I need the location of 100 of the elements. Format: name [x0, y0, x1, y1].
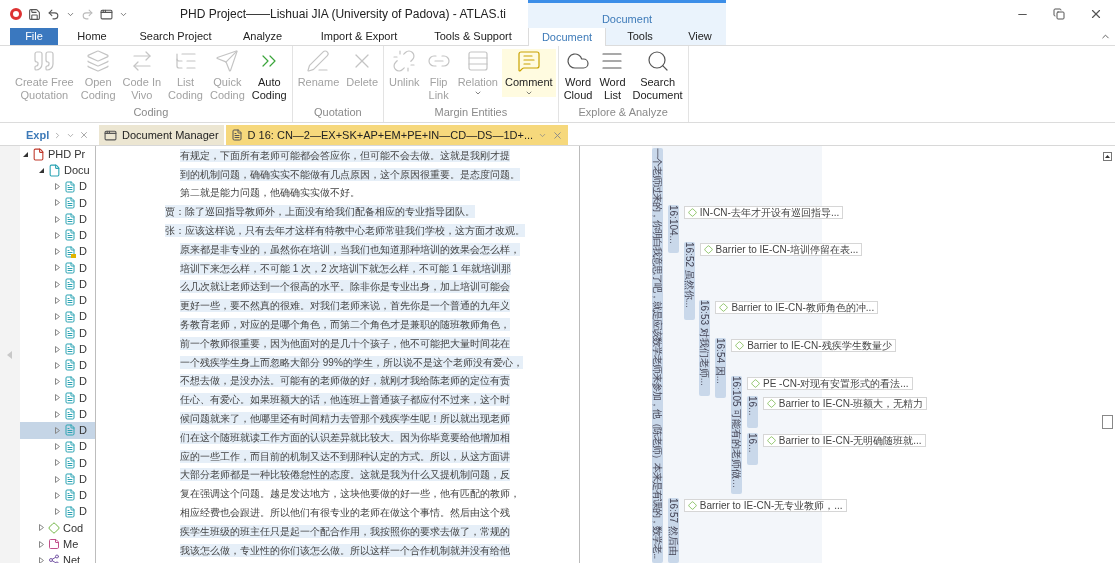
- document-line: 复在强调这个问题。越是发达地方，这块他要做的好一些，他有匹配的教师，: [180, 487, 520, 501]
- ribbon-tab[interactable]: Home: [58, 28, 126, 45]
- ribbon-button[interactable]: Word List: [596, 49, 629, 102]
- ribbon-tab[interactable]: View: [674, 28, 726, 45]
- code-name: Barrier to IE-CN-培训停留在表...: [715, 244, 859, 255]
- tree-item[interactable]: D: [20, 487, 95, 504]
- tree-item[interactable]: D: [20, 259, 95, 276]
- tree-item-label: D: [79, 471, 87, 487]
- tree-item[interactable]: D: [20, 373, 95, 390]
- code-name: PE -CN-对现有安置形式的看法...: [763, 378, 909, 389]
- quote-bubble-icon: [32, 49, 57, 73]
- tree-item[interactable]: D: [20, 308, 95, 325]
- network-icon: [48, 554, 60, 563]
- scroll-up-icon[interactable]: [1103, 152, 1112, 161]
- tree-item-label: D: [79, 358, 87, 374]
- broken-link-icon: [392, 49, 417, 73]
- diamond-icon: [719, 303, 729, 312]
- code-label[interactable]: IN-CN-去年才开设有巡回指导...: [683, 206, 844, 219]
- document-tab[interactable]: D 16: CN—2—EX+SK+AP+EM+PE+IN—CD—DS—1D+...: [225, 125, 569, 145]
- tree-item[interactable]: D: [20, 211, 95, 228]
- ribbon-tab[interactable]: Search Project: [126, 28, 225, 45]
- code-label[interactable]: Barrier to IE-CN-班额大，无精力: [762, 397, 928, 410]
- tree-item[interactable]: D: [20, 357, 95, 374]
- tree-item[interactable]: D: [20, 454, 95, 471]
- tree-item-label: D: [79, 488, 87, 504]
- ribbon-tab[interactable]: Document: [528, 28, 606, 46]
- tree-item[interactable]: D: [20, 471, 95, 488]
- expanded-arrow-icon[interactable]: [22, 150, 29, 158]
- expanded-arrow-icon[interactable]: [38, 166, 45, 174]
- scroll-thumb[interactable]: [1102, 415, 1113, 429]
- ribbon-button[interactable]: Comment: [502, 49, 556, 97]
- document-line: 相应经费也会跟进。所以他们有很专业的老师在做这个事情。然后由这个残: [180, 506, 510, 520]
- code-label[interactable]: Barrier to IE-CN-无专业教师，...: [683, 499, 847, 512]
- tree-item[interactable]: Cod: [20, 519, 95, 536]
- tree-item-label: D: [79, 179, 87, 195]
- tree-item[interactable]: D: [20, 276, 95, 293]
- window-icon[interactable]: [100, 7, 113, 21]
- tree-item[interactable]: D: [20, 243, 95, 260]
- project-icon: [32, 147, 45, 161]
- document-tab[interactable]: Document Manager: [99, 125, 224, 145]
- tree-item[interactable]: D: [20, 341, 95, 358]
- send-icon: [215, 49, 240, 73]
- document-icon: [64, 505, 76, 518]
- ribbon-tab[interactable]: Tools & Support: [418, 28, 528, 45]
- document-icon: [64, 473, 76, 486]
- tree-item[interactable]: D: [20, 406, 95, 423]
- tree-item-label: D: [79, 455, 87, 471]
- ribbon-button[interactable]: Word Cloud: [560, 49, 596, 102]
- document-icon: [64, 310, 76, 323]
- collapsed-arrow-icon[interactable]: [54, 508, 61, 516]
- diamond-icon: [687, 208, 697, 217]
- ribbon-tab[interactable]: Tools: [606, 28, 674, 45]
- code-name: Barrier to IE-CN-教师角色的冲...: [731, 302, 875, 313]
- group-label: Quotation: [313, 104, 363, 120]
- tree-item[interactable]: D: [20, 324, 95, 341]
- quotation-label: 16...: [746, 396, 758, 416]
- tree-item-label: Docu: [64, 163, 90, 179]
- tree-item[interactable]: D: [20, 422, 95, 439]
- tree-item[interactable]: PHD Pr: [20, 146, 95, 163]
- diamond-icon: [766, 436, 776, 445]
- ribbon-tab[interactable]: Import & Export: [300, 28, 418, 45]
- document-icon: [64, 489, 76, 502]
- undo-icon[interactable]: [47, 7, 60, 21]
- quotation-bar[interactable]: 16:104...: [667, 205, 679, 253]
- code-label[interactable]: Barrier to IE-CN-无明确随班就...: [762, 434, 926, 447]
- code-name: Barrier to IE-CN-班额大，无精力: [778, 398, 924, 409]
- tree-item-label: D: [79, 423, 87, 439]
- tree-item-label: D: [79, 244, 87, 260]
- save-icon[interactable]: [28, 7, 41, 21]
- close-icon[interactable]: [1089, 7, 1103, 21]
- tree-item[interactable]: D: [20, 227, 95, 244]
- redo-icon[interactable]: [81, 7, 94, 21]
- tree-item-label: D: [79, 276, 87, 292]
- code-label[interactable]: Barrier to IE-CN-培训停留在表...: [699, 243, 863, 256]
- pen-icon: [306, 49, 331, 73]
- tree-item[interactable]: D: [20, 194, 95, 211]
- quotation-bar[interactable]: 16:54 因...: [715, 338, 727, 398]
- ribbon-tab[interactable]: Analyze: [225, 28, 300, 45]
- tree-item-label: Me: [63, 536, 79, 552]
- diamond-icon: [703, 245, 713, 254]
- ribbon-tab[interactable]: File: [10, 28, 58, 45]
- ribbon-button[interactable]: Search Document: [629, 49, 686, 102]
- tree-item[interactable]: D: [20, 292, 95, 309]
- tree-item[interactable]: D: [20, 178, 95, 195]
- diamond-icon: [766, 399, 776, 408]
- tree-item[interactable]: Me: [20, 536, 95, 553]
- code-label[interactable]: Barrier to IE-CN-教师角色的冲...: [715, 301, 879, 314]
- code-label[interactable]: Barrier to IE-CN-残疾学生数量少: [731, 339, 896, 352]
- window-icon: [104, 128, 117, 142]
- document-icon: [230, 129, 243, 141]
- code-label[interactable]: PE -CN-对现有安置形式的看法...: [747, 377, 913, 390]
- collapsed-arrow-icon[interactable]: [38, 556, 45, 563]
- ribbon-button[interactable]: Auto Coding: [248, 49, 290, 102]
- quotation-bar[interactable]: 16...: [746, 433, 758, 465]
- tree-item[interactable]: D: [20, 503, 95, 520]
- tree-item[interactable]: Docu: [20, 162, 95, 179]
- restore-icon[interactable]: [1053, 8, 1065, 20]
- quotation-bar[interactable]: 16...: [746, 396, 758, 428]
- tree-item[interactable]: D: [20, 438, 95, 455]
- tree-item[interactable]: D: [20, 389, 95, 406]
